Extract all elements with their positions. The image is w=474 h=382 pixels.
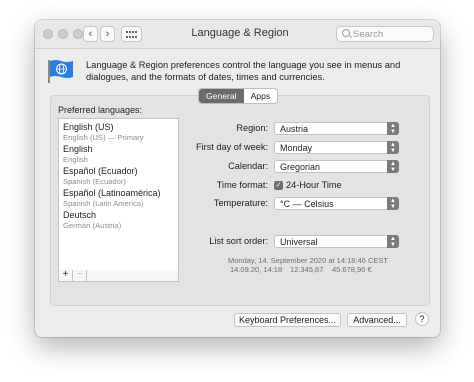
region-label: Region: [236, 123, 268, 133]
list-item[interactable]: English English [63, 144, 93, 165]
language-subtitle: German (Austria) [63, 221, 122, 230]
show-all-button[interactable] [121, 26, 142, 42]
preferences-window: ‹ › Language & Region Search Language & … [35, 20, 440, 337]
calendar-popup[interactable]: Gregorian ▲ ▼ [274, 160, 399, 173]
language-name: Español (Latinoamérica) [63, 188, 161, 198]
search-placeholder: Search [353, 29, 384, 40]
sample-number: 12.345,67 [290, 265, 324, 274]
language-name: English [63, 144, 93, 154]
language-name: English (US) [63, 122, 114, 132]
language-subtitle: English [63, 155, 88, 164]
popup-arrows-icon: ▲ ▼ [387, 141, 399, 154]
popup-arrows-icon: ▲ ▼ [387, 122, 399, 135]
forward-button[interactable]: › [100, 26, 115, 42]
window-title: Language & Region [191, 27, 289, 39]
first-day-value: Monday [280, 143, 313, 153]
calendar-label: Calendar: [228, 161, 268, 171]
calendar-value: Gregorian [280, 162, 321, 172]
back-button[interactable]: ‹ [83, 26, 98, 42]
tab-general[interactable]: General [199, 89, 244, 103]
language-name: Deutsch [63, 210, 97, 220]
remove-language-button[interactable]: − [73, 270, 87, 281]
chevron-left-icon: ‹ [88, 28, 93, 40]
list-item[interactable]: Español (Latinoamérica) Spanish (Latin A… [63, 188, 161, 209]
temperature-label: Temperature: [213, 198, 268, 208]
list-item[interactable]: Español (Ecuador) Spanish (Ecuador) [63, 166, 138, 187]
region-value: Austria [280, 124, 309, 134]
search-icon [342, 29, 350, 37]
description-text: Language & Region preferences control th… [86, 60, 401, 82]
sort-order-label: List sort order: [209, 236, 268, 246]
time-format-label: Time format: [216, 180, 268, 190]
search-field[interactable]: Search [336, 26, 434, 42]
advanced-button[interactable]: Advanced... [347, 313, 407, 327]
language-name: Español (Ecuador) [63, 166, 138, 176]
list-controls: + − [58, 270, 179, 282]
help-icon[interactable]: ? [415, 312, 429, 326]
minimize-window-button[interactable] [58, 29, 68, 39]
popup-arrows-icon: ▲ ▼ [387, 197, 399, 210]
preferred-languages-label: Preferred languages: [58, 105, 143, 115]
zoom-window-button[interactable] [73, 29, 83, 39]
time-format-option[interactable]: 24-Hour Time [286, 180, 342, 190]
grid-icon [126, 30, 137, 38]
tab-control: General Apps [198, 88, 279, 104]
sample-currency: 45.678,90 € [332, 265, 372, 274]
close-window-button[interactable] [43, 29, 53, 39]
tab-apps[interactable]: Apps [244, 89, 278, 103]
add-language-button[interactable]: + [59, 270, 73, 281]
popup-arrows-icon: ▲ ▼ [387, 235, 399, 248]
checkmark-icon[interactable]: ✓ [274, 181, 283, 190]
sort-order-value: Universal [280, 237, 318, 247]
language-subtitle: Spanish (Latin America) [63, 199, 144, 208]
first-day-label: First day of week: [196, 142, 268, 152]
keyboard-preferences-button[interactable]: Keyboard Preferences... [234, 313, 341, 327]
sample-date-long: Monday, 14. September 2020 at 14:18:46 C… [228, 256, 388, 265]
flag-globe-icon [48, 60, 73, 83]
sort-order-popup[interactable]: Universal ▲ ▼ [274, 235, 399, 248]
chevron-right-icon: › [105, 28, 110, 40]
temperature-value: °C — Celsius [280, 199, 334, 209]
first-day-popup[interactable]: Monday ▲ ▼ [274, 141, 399, 154]
preferred-languages-list[interactable]: English (US) English (US) — Primary Engl… [58, 118, 179, 271]
list-item[interactable]: Deutsch German (Austria) [63, 210, 121, 231]
popup-arrows-icon: ▲ ▼ [387, 160, 399, 173]
language-subtitle: Spanish (Ecuador) [63, 177, 126, 186]
region-popup[interactable]: Austria ▲ ▼ [274, 122, 399, 135]
temperature-popup[interactable]: °C — Celsius ▲ ▼ [274, 197, 399, 210]
title-bar: ‹ › Language & Region Search [35, 20, 440, 49]
list-item[interactable]: English (US) English (US) — Primary [63, 122, 144, 143]
language-subtitle: English (US) — Primary [63, 133, 144, 142]
sample-date-short: 14.09.20, 14:18 [230, 265, 283, 274]
